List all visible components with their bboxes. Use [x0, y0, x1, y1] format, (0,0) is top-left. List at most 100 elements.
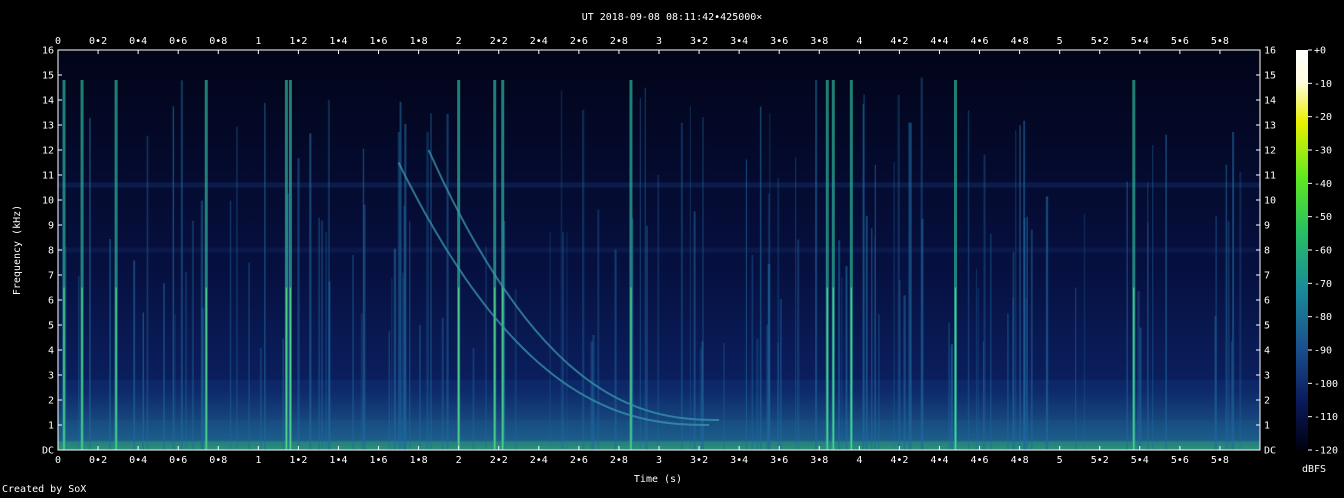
- strong-signal-core: [826, 287, 828, 450]
- signal-streak: [309, 133, 312, 450]
- signal-streak: [975, 268, 978, 450]
- x-tick-label-top: 2•8: [610, 36, 628, 47]
- signal-streak: [1083, 213, 1086, 450]
- signal-streak: [1045, 196, 1049, 450]
- credit-text: Created by SoX: [2, 484, 87, 495]
- y-tick-label-right: 11: [1264, 171, 1276, 182]
- x-tick-label-bottom: 3•6: [770, 455, 788, 466]
- chart-title: UT 2018-09-08 08:11:42•425000×: [582, 12, 763, 23]
- signal-streak: [1239, 171, 1242, 450]
- signal-streak: [393, 248, 397, 450]
- signal-streak: [109, 239, 111, 450]
- x-tick-label-bottom: 2•4: [530, 455, 548, 466]
- y-tick-label-right: 16: [1264, 46, 1276, 57]
- signal-streak: [264, 103, 266, 450]
- signal-streak: [360, 313, 363, 450]
- signal-streak: [78, 275, 80, 450]
- y-tick-label-right: 5: [1264, 321, 1270, 332]
- x-tick-label-top: 4•6: [971, 36, 989, 47]
- x-tick-label-top: 1•2: [289, 36, 307, 47]
- signal-streak: [485, 246, 487, 450]
- signal-streak: [982, 341, 985, 450]
- signal-streak: [191, 220, 194, 450]
- x-tick-label-top: 1: [255, 36, 261, 47]
- x-tick-label-top: 5•4: [1131, 36, 1149, 47]
- signal-streak: [259, 348, 262, 450]
- colorbar-tick-label: -70: [1314, 279, 1332, 290]
- signal-streak: [845, 266, 848, 450]
- y-tick-label-right: DC: [1264, 446, 1276, 457]
- y-tick-label-left: 10: [42, 196, 54, 207]
- signal-streak: [1019, 125, 1021, 450]
- strong-signal-core: [458, 287, 460, 450]
- signal-streak: [419, 324, 421, 450]
- strong-signal-core: [850, 287, 852, 450]
- x-tick-label-bottom: 4•6: [971, 455, 989, 466]
- x-tick-label-bottom: 1: [255, 455, 261, 466]
- signal-streak: [1006, 313, 1009, 450]
- signal-streak: [426, 131, 429, 450]
- signal-streak: [142, 312, 145, 450]
- y-tick-label-left: 2: [48, 396, 54, 407]
- signal-streak: [184, 272, 188, 450]
- signal-streak: [362, 148, 365, 450]
- x-tick-label-top: 5•6: [1171, 36, 1189, 47]
- signal-streak: [441, 317, 444, 450]
- signal-streak: [1015, 130, 1017, 451]
- y-tick-label-right: 10: [1264, 196, 1276, 207]
- signal-streak: [89, 118, 91, 450]
- x-tick-label-top: 1•6: [370, 36, 388, 47]
- colorbar-tick-label: -20: [1314, 112, 1332, 123]
- x-tick-label-top: 3: [656, 36, 662, 47]
- signal-streak: [146, 135, 149, 450]
- signal-streak: [841, 277, 843, 450]
- colorbar-ticks: +0 -10 -20 -30 -40 -50 -60 -70 -80 -90 -100 -110 -12…: [1308, 46, 1338, 457]
- y-tick-label-left: 4: [48, 346, 54, 357]
- spectrogram-chart: UT 2018-09-08 08:11:42•425000× 0 0•2 0•4 0•…: [12, 12, 1338, 485]
- signal-streak: [590, 341, 593, 450]
- strong-signal-core: [81, 287, 83, 450]
- x-tick-label-bottom: 4•2: [890, 455, 908, 466]
- x-tick-label-bottom: 1•6: [370, 455, 388, 466]
- x-tick-label-top: 2•6: [570, 36, 588, 47]
- signal-streak: [759, 106, 762, 450]
- signal-streak: [430, 113, 432, 451]
- x-tick-label-top: 2•4: [530, 36, 548, 47]
- strong-signal-core: [115, 287, 117, 450]
- x-tick-label-bottom: 0•6: [169, 455, 187, 466]
- colorbar-tick-label: -40: [1314, 179, 1332, 190]
- colorbar-label: dBFS: [1302, 464, 1326, 475]
- colorbar: [1296, 50, 1308, 450]
- signal-streak: [399, 101, 402, 450]
- x-tick-label-top: 2•2: [490, 36, 508, 47]
- y-tick-label-left: 16: [42, 46, 54, 57]
- signal-streak: [870, 228, 873, 450]
- signal-streak: [838, 240, 841, 450]
- signal-streak: [639, 98, 641, 450]
- x-tick-label-bottom: 0•8: [209, 455, 227, 466]
- signal-streak: [1152, 145, 1154, 450]
- x-tick-label-top: 0•2: [89, 36, 107, 47]
- signal-streak: [174, 314, 176, 450]
- y-tick-label-left: 1: [48, 421, 54, 432]
- signal-streak: [777, 342, 779, 450]
- x-tick-label-bottom: 2•6: [570, 455, 588, 466]
- x-tick-label-bottom: 2: [456, 455, 462, 466]
- x-tick-label-top: 0•8: [209, 36, 227, 47]
- y-tick-label-left: 12: [42, 146, 54, 157]
- signal-streak: [863, 94, 865, 450]
- signal-streak: [614, 249, 617, 450]
- signal-streak: [977, 287, 979, 450]
- signal-streak: [680, 122, 683, 451]
- signal-streak: [236, 126, 238, 450]
- y-tick-label-right: 7: [1264, 271, 1270, 282]
- signal-streak: [327, 100, 331, 451]
- colorbar-tick-label: -50: [1314, 212, 1332, 223]
- y-tick-label-left: 15: [42, 71, 54, 82]
- signal-streak: [318, 217, 320, 450]
- signal-streak: [172, 106, 175, 451]
- colorbar-tick-label: -30: [1314, 146, 1332, 157]
- strong-signal-core: [205, 287, 207, 450]
- y-tick-label-right: 8: [1264, 246, 1270, 257]
- x-axis-label: Time (s): [634, 474, 682, 485]
